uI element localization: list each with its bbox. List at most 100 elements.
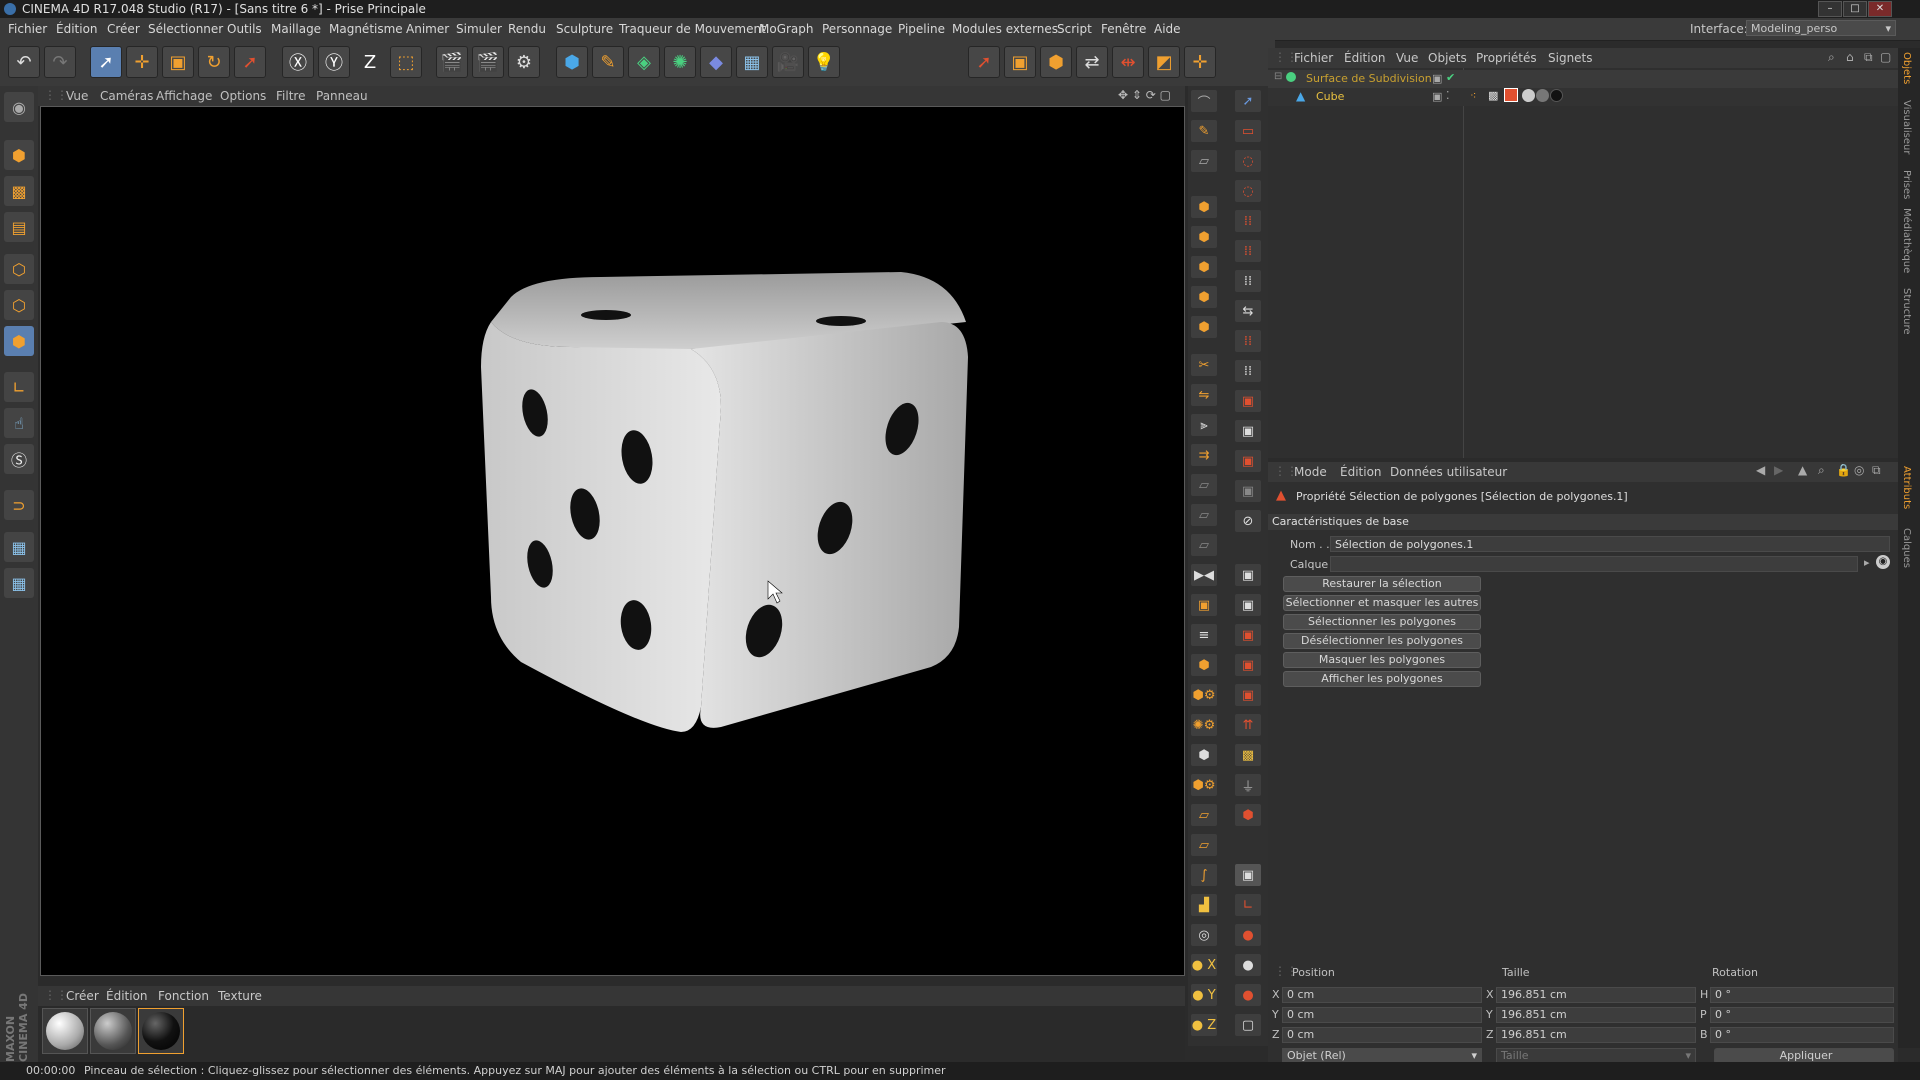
tab-calques[interactable]: Calques: [1901, 528, 1912, 568]
search-icon[interactable]: ⌕: [1828, 50, 1835, 65]
extrude-icon[interactable]: ⬢: [1191, 196, 1217, 218]
plane-cut-icon[interactable]: ▱: [1191, 150, 1217, 172]
polygons-mode-icon[interactable]: ⬢: [1040, 46, 1072, 78]
size-y-field[interactable]: 196.851 cm: [1496, 1007, 1696, 1023]
layer-target-icon[interactable]: ◉: [1876, 555, 1890, 569]
menu-selectionner[interactable]: Sélectionner: [148, 22, 223, 36]
edges-icon[interactable]: ⬡: [4, 290, 34, 320]
select-polygons-button[interactable]: Sélectionner les polygones: [1283, 614, 1481, 630]
outline-selection-icon[interactable]: ▣: [1235, 654, 1261, 676]
fill-selection-icon[interactable]: ⁞⁞: [1235, 270, 1261, 292]
snap-vertex-icon[interactable]: ●: [1235, 924, 1261, 946]
select-ring-icon[interactable]: ⁞⁞: [1235, 240, 1261, 262]
hide-unselected-icon[interactable]: ▣: [1235, 390, 1261, 412]
layer-dot-icon[interactable]: ⁚: [1446, 89, 1450, 102]
home-icon[interactable]: ⌂: [1846, 50, 1854, 64]
points-mode-icon[interactable]: ▣: [1004, 46, 1036, 78]
close-button[interactable]: ✕: [1868, 1, 1892, 17]
menu-creer[interactable]: Créer: [107, 22, 140, 36]
xyz-y-icon[interactable]: ● Y: [1191, 984, 1217, 1006]
select-all-icon[interactable]: ▣: [1235, 564, 1261, 586]
sculpt-icon[interactable]: ◉: [4, 92, 34, 122]
solo-icon[interactable]: Ⓢ: [4, 444, 34, 474]
tab-attributs[interactable]: Attributs: [1901, 466, 1912, 509]
unhide-icon[interactable]: ▣: [1235, 420, 1261, 442]
menu-fenetre[interactable]: Fenêtre: [1101, 22, 1146, 36]
mirror-tool-icon[interactable]: ▶◀: [1191, 564, 1217, 586]
close-hole-icon[interactable]: ⬢: [1191, 654, 1217, 676]
points-icon[interactable]: ⬡: [4, 254, 34, 284]
phong-break-icon[interactable]: ▣: [1235, 684, 1261, 706]
mat-menu-fonction[interactable]: Fonction: [158, 989, 209, 1003]
undo-icon[interactable]: ↶: [8, 46, 40, 78]
object-row-cube[interactable]: ▲ Cube ▣ ⁚ ⁖ ▩: [1268, 88, 1898, 106]
x-axis-icon[interactable]: Ⓧ: [282, 46, 314, 78]
visibility-toggle-icon[interactable]: ▣: [1432, 72, 1442, 85]
visibility-toggle-icon[interactable]: ▣: [1432, 90, 1442, 103]
mat-menu-texture[interactable]: Texture: [218, 989, 262, 1003]
tab-mediatheque[interactable]: Médiathèque: [1901, 208, 1912, 273]
inner-extrude-icon[interactable]: ⬢: [1191, 256, 1217, 278]
subdivision-surface-icon[interactable]: ◈: [628, 46, 660, 78]
viewport-menu-panneau[interactable]: Panneau: [316, 89, 368, 103]
polygon-selection-tag-icon[interactable]: [1504, 88, 1518, 102]
panel-menu-icon[interactable]: ▢: [1880, 50, 1891, 64]
triangulate-icon[interactable]: ▱: [1191, 834, 1217, 856]
menu-traqueur[interactable]: Traqueur de Mouvement: [619, 22, 766, 36]
hide-polygons-button[interactable]: Masquer les polygones: [1283, 652, 1481, 668]
material-tag-black-icon[interactable]: [1550, 89, 1563, 102]
invert-selection-icon[interactable]: ⁞⁞: [1235, 360, 1261, 382]
dissolve-icon[interactable]: ▱: [1191, 804, 1217, 826]
bridge-icon[interactable]: ⇋: [1191, 384, 1217, 406]
live-selection-tool-icon[interactable]: ➚: [1235, 90, 1261, 112]
tab-prises[interactable]: Prises: [1901, 170, 1912, 199]
model-mode-icon[interactable]: ⬢: [4, 140, 34, 170]
redo-icon[interactable]: ↷: [44, 46, 76, 78]
rot-h-field[interactable]: 0 °: [1710, 987, 1894, 1003]
brush-icon[interactable]: ✎: [1191, 120, 1217, 142]
maximize-button[interactable]: □: [1843, 1, 1867, 17]
tab-structure[interactable]: Structure: [1901, 288, 1912, 335]
material-grey[interactable]: [90, 1008, 136, 1054]
create-point-icon[interactable]: ▣: [1191, 594, 1217, 616]
cube-object-icon[interactable]: ⬢: [556, 46, 588, 78]
light-icon[interactable]: 💡: [808, 46, 840, 78]
back-arrow-icon[interactable]: ◀: [1756, 463, 1765, 477]
objmgr-menu-edition[interactable]: Édition: [1344, 51, 1386, 65]
select-loop-icon[interactable]: ⁞⁞: [1235, 210, 1261, 232]
tab-visualiseur[interactable]: Visualiseur: [1901, 100, 1912, 154]
mograph-icon[interactable]: ◎: [1191, 924, 1217, 946]
optimize-icon[interactable]: ⬢: [1191, 744, 1217, 766]
polygon-group-icon[interactable]: ⬢: [1235, 804, 1261, 826]
menu-fichier[interactable]: Fichier: [8, 22, 47, 36]
axis-center-icon[interactable]: ⏚: [1235, 774, 1261, 796]
snap-icon[interactable]: ◩: [1148, 46, 1180, 78]
rot-b-field[interactable]: 0 °: [1710, 1027, 1894, 1043]
object-row-subdivision[interactable]: ⊟ Surface de Subdivision ▣ ✔: [1268, 70, 1898, 88]
coordinate-system-icon[interactable]: ⬚: [390, 46, 422, 78]
up-arrow-icon[interactable]: ▲: [1798, 463, 1807, 477]
floor-icon[interactable]: ▦: [736, 46, 768, 78]
objmgr-menu-objets[interactable]: Objets: [1428, 51, 1467, 65]
menu-outils[interactable]: Outils: [227, 22, 262, 36]
polygon-pen-icon[interactable]: ⬢⚙: [1191, 684, 1217, 706]
name-field[interactable]: Sélection de polygones.1: [1330, 536, 1890, 552]
bevel-icon[interactable]: ⬢: [1191, 226, 1217, 248]
move-tool-icon[interactable]: ✛: [126, 46, 158, 78]
camera-icon[interactable]: 🎥: [772, 46, 804, 78]
objmgr-menu-vue[interactable]: Vue: [1396, 51, 1418, 65]
chart-icon[interactable]: ▟: [1191, 894, 1217, 916]
knife-icon[interactable]: ✂: [1191, 354, 1217, 376]
objmgr-menu-proprietes[interactable]: Propriétés: [1476, 51, 1537, 65]
pos-z-field[interactable]: 0 cm: [1282, 1027, 1482, 1043]
cloner-icon[interactable]: ✺: [664, 46, 696, 78]
restore-selection-button[interactable]: Restaurer la sélection: [1283, 576, 1481, 592]
snap-2d-icon[interactable]: ∟: [1235, 894, 1261, 916]
layer-field[interactable]: [1330, 556, 1858, 572]
layer-arrow-icon[interactable]: ▸: [1864, 556, 1870, 569]
tag-dots-icon[interactable]: ⁖: [1470, 89, 1476, 102]
size-x-field[interactable]: 196.851 cm: [1496, 987, 1696, 1003]
matrix-extrude-icon[interactable]: ⬢: [1191, 286, 1217, 308]
spline-tool-icon[interactable]: ∫: [1191, 864, 1217, 886]
mat-menu-edition[interactable]: Édition: [106, 989, 148, 1003]
